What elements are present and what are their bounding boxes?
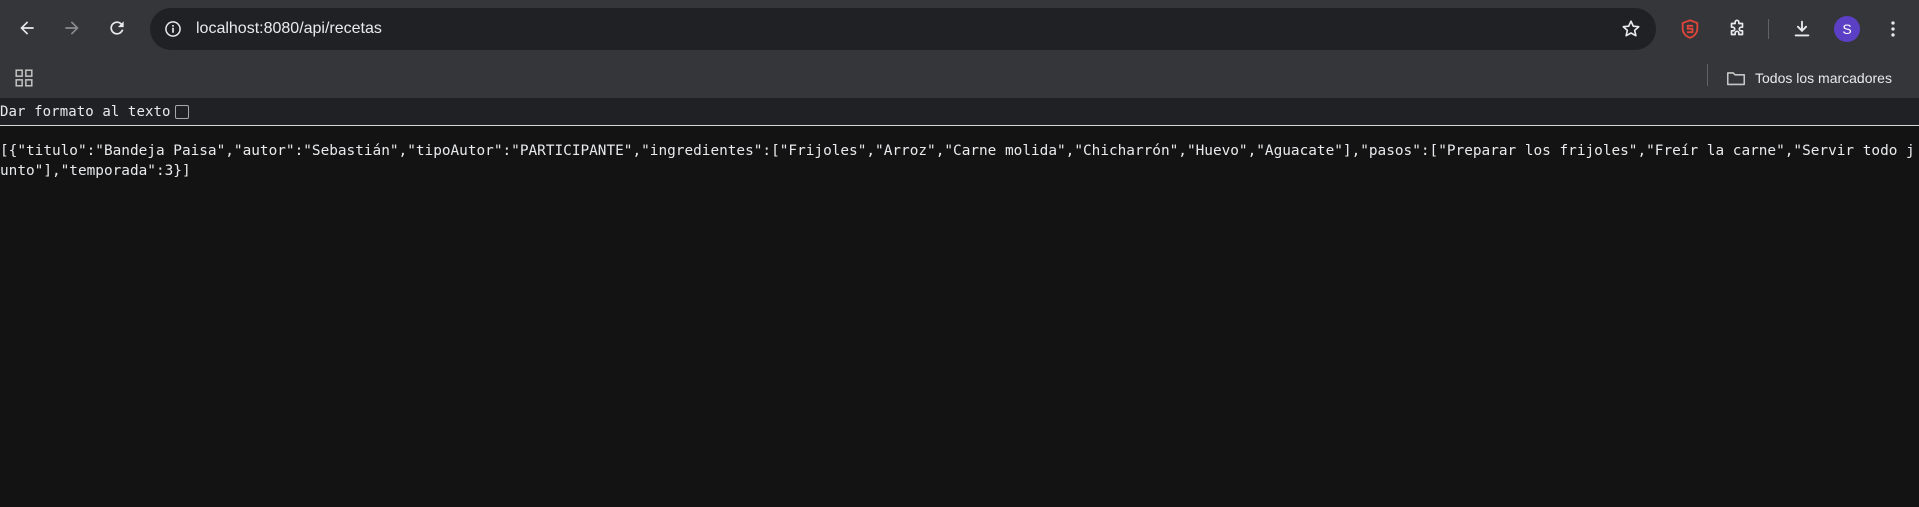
- back-button[interactable]: [8, 9, 46, 47]
- info-icon: [165, 21, 181, 37]
- apps-button[interactable]: [12, 66, 36, 90]
- pretty-print-bar: Dar formato al texto: [0, 98, 1919, 126]
- grid-icon: [15, 69, 33, 87]
- site-info-button[interactable]: [158, 14, 188, 44]
- json-response-text: [{"titulo":"Bandeja Paisa","autor":"Seba…: [0, 143, 1915, 179]
- all-bookmarks-button[interactable]: Todos los marcadores: [1725, 65, 1892, 91]
- download-icon: [1794, 20, 1810, 37]
- toolbar-divider: [1768, 19, 1769, 39]
- extension-button[interactable]: [1674, 13, 1706, 45]
- reload-icon: [110, 21, 124, 35]
- url-text[interactable]: localhost:8080/api/recetas: [196, 19, 382, 39]
- reload-button[interactable]: [98, 9, 136, 47]
- pretty-print-label: Dar formato al texto: [0, 103, 171, 120]
- folder-icon: [1726, 72, 1746, 86]
- profile-avatar[interactable]: S: [1834, 16, 1860, 42]
- forward-button[interactable]: [53, 9, 91, 47]
- downloads-button[interactable]: [1786, 13, 1818, 45]
- address-bar[interactable]: localhost:8080/api/recetas: [150, 8, 1656, 50]
- star-icon: [1622, 20, 1640, 37]
- bookmarks-divider: [1707, 64, 1708, 86]
- arrow-right-icon: [65, 21, 79, 35]
- pretty-print-checkbox[interactable]: [174, 104, 189, 119]
- arrow-left-icon: [20, 21, 34, 35]
- bookmark-star-button[interactable]: [1620, 18, 1642, 40]
- more-vertical-icon: [1891, 21, 1895, 37]
- browser-menu-button[interactable]: [1877, 13, 1909, 45]
- all-bookmarks-label: Todos los marcadores: [1755, 70, 1892, 86]
- puzzle-icon: [1730, 19, 1744, 36]
- browser-toolbar: localhost:8080/api/recetas S: [0, 0, 1919, 58]
- bookmarks-bar: Todos los marcadores: [0, 58, 1919, 98]
- shield-extension-icon: [1681, 19, 1699, 39]
- extensions-button[interactable]: [1721, 13, 1753, 45]
